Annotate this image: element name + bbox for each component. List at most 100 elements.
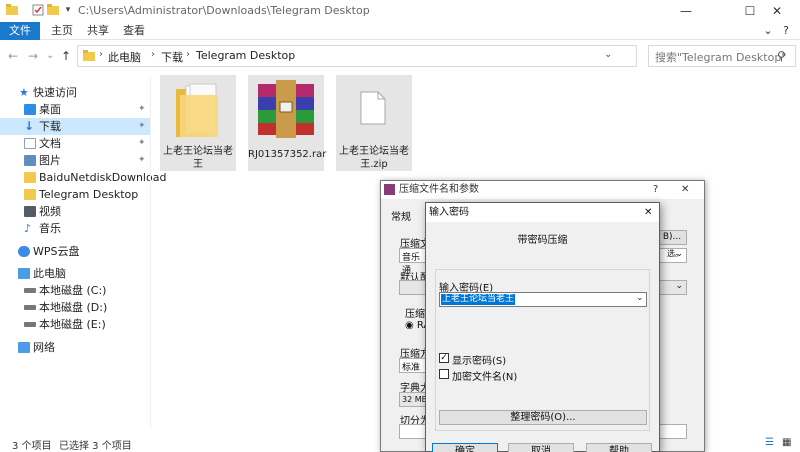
password-input[interactable]: 上老王论坛当老王 ⌄	[439, 292, 647, 307]
file-name: 上老王论坛当老王.zip	[339, 146, 409, 170]
breadcrumb-telegram-desktop[interactable]: Telegram Desktop	[196, 49, 295, 62]
pin-icon: ✦	[138, 121, 146, 131]
sidebar-item-pictures[interactable]: 图片 ✦	[0, 152, 150, 169]
show-password-checkbox[interactable]: ✓ 显示密码(S)	[439, 352, 559, 367]
details-view-icon[interactable]: ☰	[765, 437, 774, 448]
dialog-title-bar: 输入密码 ✕	[426, 203, 659, 222]
network-icon	[18, 342, 30, 353]
computer-icon	[18, 268, 30, 279]
folder-icon	[174, 83, 222, 142]
quick-access-toolbar-dropdown-icon[interactable]: ▾	[62, 4, 74, 16]
dialog-close-button[interactable]: ✕	[644, 203, 652, 222]
search-input[interactable]: 搜索"Telegram Desktop" ⚲	[648, 45, 796, 67]
address-dropdown-icon[interactable]: ⌄	[604, 49, 612, 60]
sidebar-item-desktop[interactable]: 桌面 ✦	[0, 101, 150, 118]
cancel-button[interactable]: 取消	[508, 443, 574, 452]
sidebar-item-label: 音乐	[39, 222, 61, 235]
recent-locations-icon[interactable]: ⌄	[46, 49, 54, 63]
drive-icon	[24, 288, 36, 293]
video-icon	[24, 206, 36, 217]
sidebar-item-quick-access[interactable]: ★ 快速访问	[0, 84, 150, 101]
star-icon: ★	[19, 86, 29, 99]
forward-button[interactable]: →	[28, 49, 38, 63]
checkbox-checked: ✓	[439, 353, 449, 363]
sidebar-item-wps-cloud[interactable]: WPS云盘	[0, 243, 150, 260]
address-bar[interactable]: › 此电脑 › 下载 › Telegram Desktop ⌄ ↻	[77, 45, 706, 67]
music-icon: ♪	[24, 222, 32, 235]
file-item-folder[interactable]: 上老王论坛当老王	[160, 75, 236, 171]
navigation-pane: ★ 快速访问 桌面 ✦ ↓ 下载 ✦ 文档 ✦ 图片 ✦ BaiduNetdis…	[0, 78, 166, 428]
file-name: 上老王论坛当老王	[163, 146, 233, 170]
tab-file[interactable]: 文件	[0, 22, 40, 40]
properties-icon[interactable]	[32, 4, 44, 16]
show-password-label: 显示密码(S)	[452, 356, 507, 367]
browse-button[interactable]: B)...	[657, 230, 687, 245]
tab-home[interactable]: 主页	[44, 22, 80, 40]
expand-ribbon-icon[interactable]: ⌄	[760, 22, 776, 40]
pin-icon: ✦	[138, 138, 146, 148]
sidebar-item-drive-c[interactable]: 本地磁盘 (C:)	[0, 282, 150, 299]
sidebar-item-label: 本地磁盘 (C:)	[39, 284, 107, 297]
password-group: 输入密码(E) 上老王论坛当老王 ⌄ ✓ 显示密码(S) 加密文件名(N) 整理…	[435, 269, 650, 431]
sidebar-item-network[interactable]: 网络	[0, 339, 150, 356]
dialog-title: 压缩文件名和参数	[399, 184, 479, 195]
sidebar-item-videos[interactable]: 视频	[0, 203, 150, 220]
sidebar-item-drive-e[interactable]: 本地磁盘 (E:)	[0, 316, 150, 333]
folder-icon	[24, 189, 36, 200]
sidebar-item-baidunetdiskdownload[interactable]: BaiduNetdiskDownload	[0, 169, 166, 186]
sidebar-item-label: BaiduNetdiskDownload	[39, 171, 167, 184]
new-folder-icon[interactable]	[47, 4, 59, 16]
dialog-heading: 带密码压缩	[517, 235, 568, 246]
breadcrumb-this-pc[interactable]: 此电脑	[108, 49, 141, 65]
sidebar-item-label: 图片	[39, 154, 61, 167]
folder-icon	[6, 4, 18, 16]
password-history-dropdown-icon[interactable]: ⌄	[636, 293, 644, 303]
document-icon	[24, 138, 36, 149]
file-name: RJ01357352.rar	[248, 149, 327, 160]
back-button[interactable]: ←	[8, 49, 18, 63]
organize-passwords-button[interactable]: 整理密码(O)...	[439, 410, 647, 425]
ok-button[interactable]: 确定	[432, 443, 498, 452]
encrypt-file-names-checkbox[interactable]: 加密文件名(N)	[439, 368, 559, 383]
sidebar-item-this-pc[interactable]: 此电脑	[0, 265, 150, 282]
item-count: 3 个项目	[12, 441, 52, 452]
tab-share[interactable]: 共享	[80, 22, 116, 40]
search-icon[interactable]: ⚲	[777, 49, 786, 63]
sidebar-item-drive-d[interactable]: 本地磁盘 (D:)	[0, 299, 150, 316]
minimize-button[interactable]: —	[663, 0, 709, 22]
sidebar-item-documents[interactable]: 文档 ✦	[0, 135, 150, 152]
tab-general[interactable]: 常规	[391, 208, 411, 223]
sidebar-item-telegram-desktop[interactable]: Telegram Desktop	[0, 186, 150, 203]
enter-password-dialog: 输入密码 ✕ 带密码压缩 输入密码(E) 上老王论坛当老王 ⌄ ✓ 显示密码(S…	[425, 202, 660, 452]
help-button[interactable]: 帮助	[586, 443, 652, 452]
dialog-help-button[interactable]: ?	[653, 181, 658, 199]
picture-icon	[24, 155, 36, 166]
checkbox-unchecked	[439, 369, 449, 379]
profile-dropdown-arrow[interactable]: ⌄	[657, 280, 687, 295]
profile-note: 选。	[667, 249, 683, 258]
breadcrumb-separator: ›	[99, 49, 103, 60]
sidebar-item-label: WPS云盘	[33, 245, 80, 258]
help-icon[interactable]: ?	[778, 22, 794, 40]
up-button[interactable]: ↑	[61, 49, 71, 63]
sidebar-item-music[interactable]: ♪ 音乐	[0, 220, 150, 237]
dictionary-size-value: 32 MB	[402, 395, 428, 404]
navigation-bar: ← → ⌄ ↑ › 此电脑 › 下载 › Telegram Desktop ⌄ …	[0, 41, 800, 71]
winrar-icon	[384, 184, 395, 195]
breadcrumb-downloads[interactable]: 下载	[161, 49, 183, 65]
close-window-button[interactable]: ✕	[754, 0, 800, 22]
password-value: 上老王论坛当老王	[441, 294, 516, 305]
sidebar-item-downloads[interactable]: ↓ 下载 ✦	[0, 118, 150, 135]
sidebar-item-label: 网络	[33, 341, 55, 354]
dialog-close-button[interactable]: ✕	[681, 181, 689, 199]
large-icons-view-icon[interactable]: ▦	[782, 437, 791, 448]
file-item-zip[interactable]: 上老王论坛当老王.zip	[336, 75, 412, 171]
file-item-rar[interactable]: RJ01357352.rar	[248, 75, 327, 171]
zip-file-icon	[360, 91, 386, 128]
winrar-archive-icon	[254, 80, 318, 141]
tab-view[interactable]: 查看	[116, 22, 152, 40]
sidebar-item-label: 桌面	[39, 103, 61, 116]
pin-icon: ✦	[138, 104, 146, 114]
split-volumes-unit[interactable]	[657, 424, 687, 439]
drive-icon	[24, 322, 36, 327]
